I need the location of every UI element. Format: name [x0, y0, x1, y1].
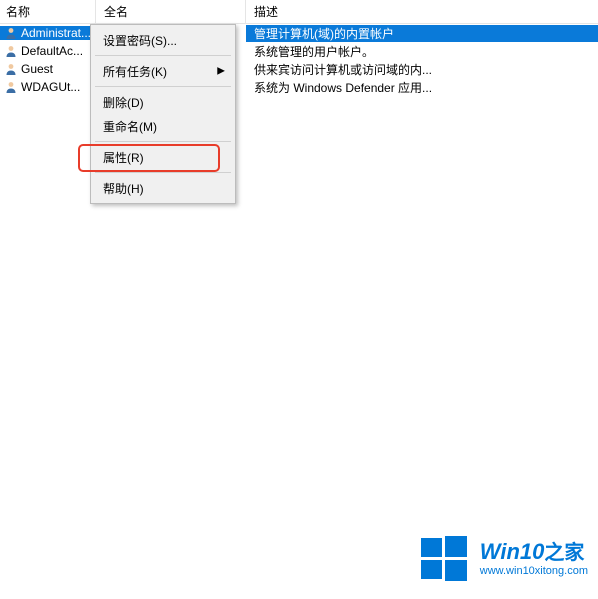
- user-icon: [4, 80, 18, 94]
- header-desc[interactable]: 描述: [246, 0, 598, 23]
- user-icon: [4, 26, 18, 40]
- column-header: 名称 全名 描述: [0, 0, 598, 24]
- menu-all-tasks[interactable]: 所有任务(K) ▶: [93, 59, 233, 83]
- menu-set-password[interactable]: 设置密码(S)...: [93, 28, 233, 52]
- windows-logo-icon: [418, 533, 470, 585]
- user-name: DefaultAc...: [21, 44, 83, 58]
- watermark: Win10之家 www.win10xitong.com: [418, 533, 588, 585]
- header-name[interactable]: 名称: [0, 0, 96, 23]
- header-fullname[interactable]: 全名: [96, 0, 246, 23]
- user-desc: 系统管理的用户帐户。: [246, 43, 598, 60]
- user-desc: 供来宾访问计算机或访问域的内...: [246, 61, 598, 78]
- menu-separator: [95, 172, 231, 173]
- user-desc: 管理计算机(域)的内置帐户: [246, 25, 598, 42]
- chevron-right-icon: ▶: [217, 66, 225, 77]
- user-icon: [4, 62, 18, 76]
- menu-separator: [95, 141, 231, 142]
- user-name: Administrat...: [21, 26, 91, 40]
- user-icon: [4, 44, 18, 58]
- menu-properties[interactable]: 属性(R): [93, 145, 233, 169]
- watermark-url: www.win10xitong.com: [480, 566, 588, 577]
- menu-delete[interactable]: 删除(D): [93, 90, 233, 114]
- menu-separator: [95, 86, 231, 87]
- menu-rename[interactable]: 重命名(M): [93, 114, 233, 138]
- user-name: WDAGUt...: [21, 80, 80, 94]
- user-name: Guest: [21, 62, 53, 76]
- menu-help[interactable]: 帮助(H): [93, 176, 233, 200]
- user-desc: 系统为 Windows Defender 应用...: [246, 79, 598, 96]
- menu-separator: [95, 55, 231, 56]
- context-menu: 设置密码(S)... 所有任务(K) ▶ 删除(D) 重命名(M) 属性(R) …: [90, 24, 236, 204]
- watermark-title: Win10之家: [480, 541, 588, 563]
